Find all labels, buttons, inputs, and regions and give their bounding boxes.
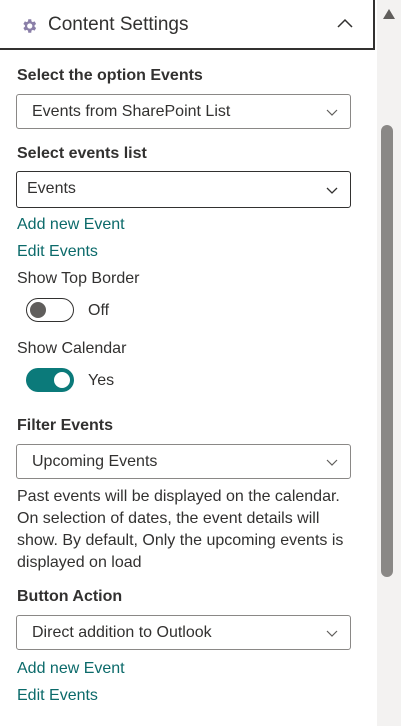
events-list-value: Events [27,180,76,197]
events-list-label: Select events list [17,145,147,162]
vertical-scrollbar[interactable] [377,0,401,726]
section-title: Content Settings [48,14,189,35]
show-top-border-state: Off [88,302,110,319]
show-calendar-label: Show Calendar [17,340,127,357]
option-events-value: Events from SharePoint List [32,103,231,120]
chevron-down-icon [326,109,338,116]
scrollbar-thumb[interactable] [381,125,393,577]
content-settings-panel: Content Settings Select the option Event… [0,0,377,726]
filter-events-label: Filter Events [17,417,114,434]
option-events-dropdown[interactable]: Events from SharePoint List [16,94,351,129]
add-new-event-link[interactable]: Add new Event [17,216,125,234]
add-new-event-link[interactable]: Add new Event [17,660,125,678]
chevron-down-icon [326,187,338,194]
button-action-label: Button Action [17,588,123,605]
show-top-border-label: Show Top Border [17,270,140,287]
show-top-border-toggle[interactable] [26,298,74,322]
button-action-value: Direct addition to Outlook [32,624,212,641]
show-calendar-state: Yes [88,372,115,389]
chevron-down-icon [326,459,338,466]
events-list-dropdown[interactable]: Events [16,171,351,208]
toggle-knob [30,302,46,318]
toggle-knob [54,372,70,388]
filter-events-dropdown[interactable]: Upcoming Events [16,444,351,479]
button-action-dropdown[interactable]: Direct addition to Outlook [16,615,351,650]
show-calendar-toggle[interactable] [26,368,74,392]
edit-events-link[interactable]: Edit Events [17,243,98,261]
filter-events-value: Upcoming Events [32,453,158,470]
scroll-up-arrow-icon[interactable] [382,8,396,20]
edit-events-link[interactable]: Edit Events [17,687,98,705]
chevron-up-icon[interactable] [336,16,354,30]
gear-icon [23,19,37,33]
chevron-down-icon [326,630,338,637]
section-header[interactable]: Content Settings [0,0,375,50]
option-events-label: Select the option Events [17,67,203,84]
filter-events-description: Past events will be displayed on the cal… [17,488,344,571]
